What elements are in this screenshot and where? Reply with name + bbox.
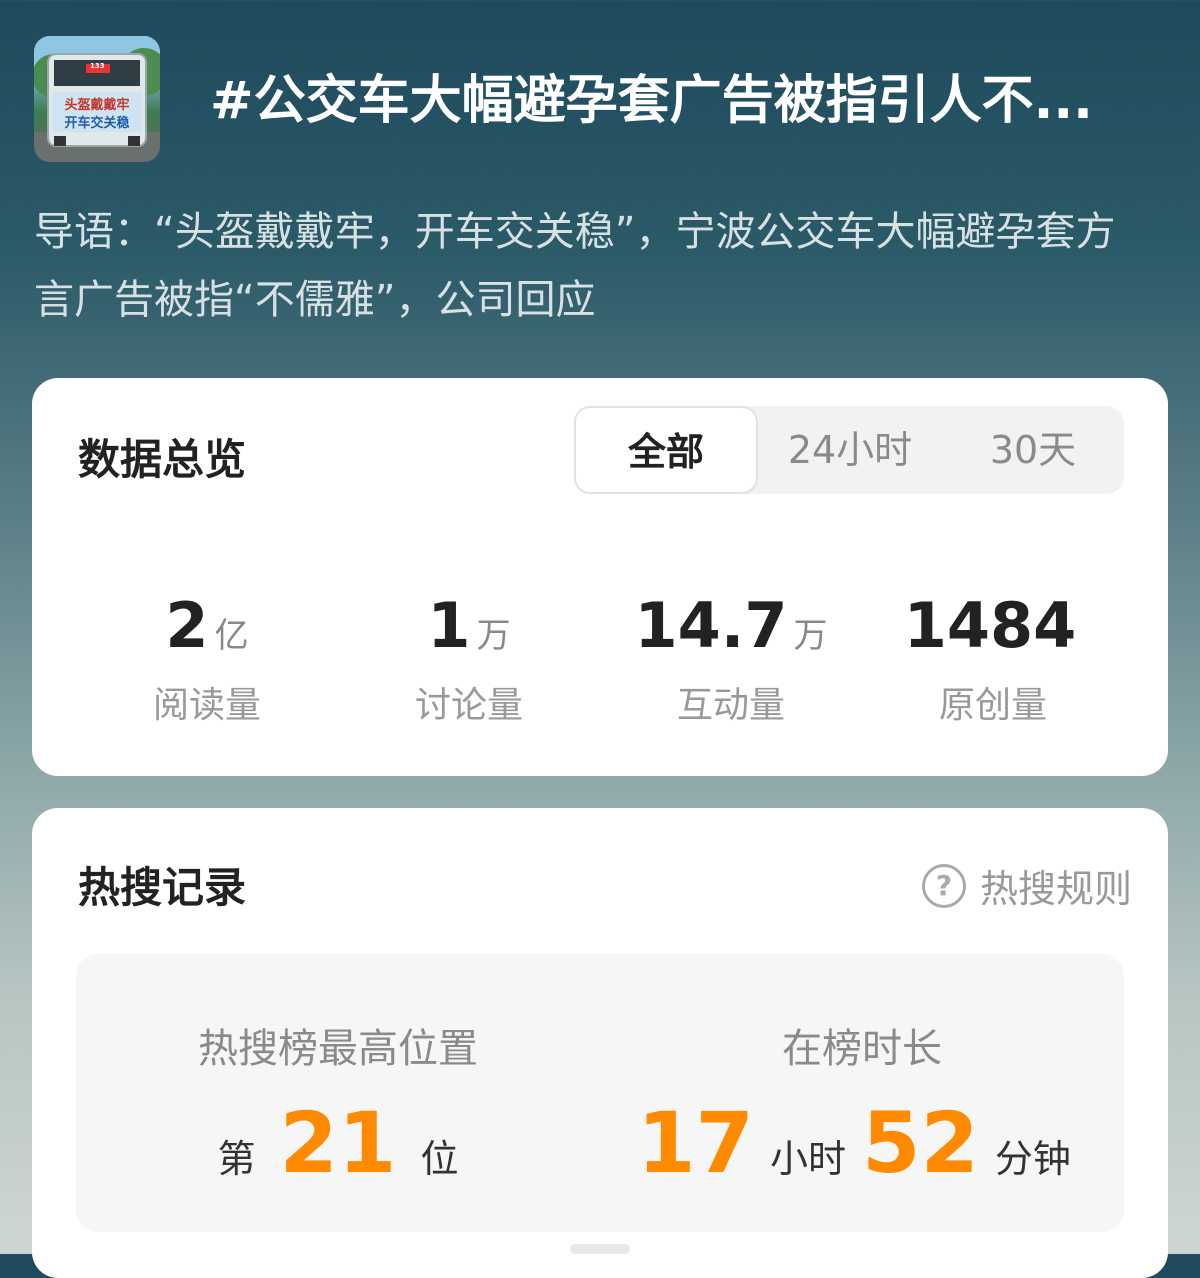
hot-search-rules-link[interactable]: ? 热搜规则 <box>921 858 1132 913</box>
thumb-bus-number: 133 <box>90 62 105 70</box>
stat-discussions: 1万 讨论量 <box>338 588 600 728</box>
max-position-suffix: 位 <box>420 1137 459 1181</box>
stat-discussions-label: 讨论量 <box>414 685 523 726</box>
stat-reads-label: 阅读量 <box>152 685 261 726</box>
duration-label: 在榜时长 <box>782 1026 942 1072</box>
duration-minutes-unit: 分钟 <box>994 1137 1071 1181</box>
topic-header: 133 头盔戴戴牢 开车交关稳 #公交车大幅避孕套广告被指引人不... 导语：“… <box>0 0 1200 380</box>
data-overview-card: 数据总览 全部 24小时 30天 2亿 阅读量 1万 讨论量 14.7 万 互动量… <box>32 378 1168 776</box>
hot-search-card: 热搜记录 ? 热搜规则 热搜榜最高位置 第 21 位 在榜时长 17 小时 52… <box>32 808 1168 1278</box>
max-position-prefix: 第 <box>217 1137 256 1181</box>
question-circle-icon: ? <box>921 863 966 908</box>
tab-24h[interactable]: 24小时 <box>758 406 942 494</box>
duration-hours: 17 <box>637 1094 754 1192</box>
max-position-block: 热搜榜最高位置 第 21 位 <box>76 954 600 1188</box>
tab-30d[interactable]: 30天 <box>942 406 1124 494</box>
tab-all[interactable]: 全部 <box>574 406 758 494</box>
stat-original: 1484 原创量 <box>862 588 1124 728</box>
stat-discussions-value: 1 <box>427 589 471 662</box>
stat-reads: 2亿 阅读量 <box>76 588 338 728</box>
scroll-handle <box>570 1244 630 1254</box>
stat-original-label: 原创量 <box>938 685 1047 726</box>
thumb-ad-line-1: 头盔戴戴牢 <box>64 98 130 113</box>
hot-search-title: 热搜记录 <box>78 863 247 912</box>
overview-title: 数据总览 <box>78 435 247 484</box>
topic-title[interactable]: #公交车大幅避孕套广告被指引人不... <box>210 66 1170 136</box>
stats-row: 2亿 阅读量 1万 讨论量 14.7 万 互动量 1484 原创量 <box>32 588 1168 728</box>
stat-reads-value: 2 <box>165 589 209 662</box>
hot-search-record-box: 热搜榜最高位置 第 21 位 在榜时长 17 小时 52 分钟 <box>76 954 1124 1232</box>
max-position-value: 21 <box>279 1094 397 1192</box>
thumb-ad-line-2: 开车交关稳 <box>64 116 130 131</box>
stat-original-value: 1484 <box>903 589 1077 662</box>
duration-minutes: 52 <box>862 1094 979 1192</box>
stat-reads-unit: 亿 <box>214 616 249 656</box>
time-range-tabs: 全部 24小时 30天 <box>574 406 1124 494</box>
stat-discussions-unit: 万 <box>476 616 511 656</box>
duration-hours-unit: 小时 <box>769 1137 846 1181</box>
stat-interactions-value: 14.7 <box>634 589 788 662</box>
topic-intro: 导语：“头盔戴戴牢，开车交关稳”，宁波公交车大幅避孕套方言广告被指“不儒雅”，公… <box>34 209 1116 323</box>
topic-thumbnail[interactable]: 133 头盔戴戴牢 开车交关稳 <box>34 36 160 162</box>
stat-interactions-label: 互动量 <box>676 685 785 726</box>
stat-interactions-unit: 万 <box>793 616 828 656</box>
stat-interactions: 14.7 万 互动量 <box>600 588 862 728</box>
hot-search-rules-label: 热搜规则 <box>979 867 1132 911</box>
max-position-label: 热搜榜最高位置 <box>198 1026 478 1072</box>
duration-block: 在榜时长 17 小时 52 分钟 <box>600 954 1124 1188</box>
